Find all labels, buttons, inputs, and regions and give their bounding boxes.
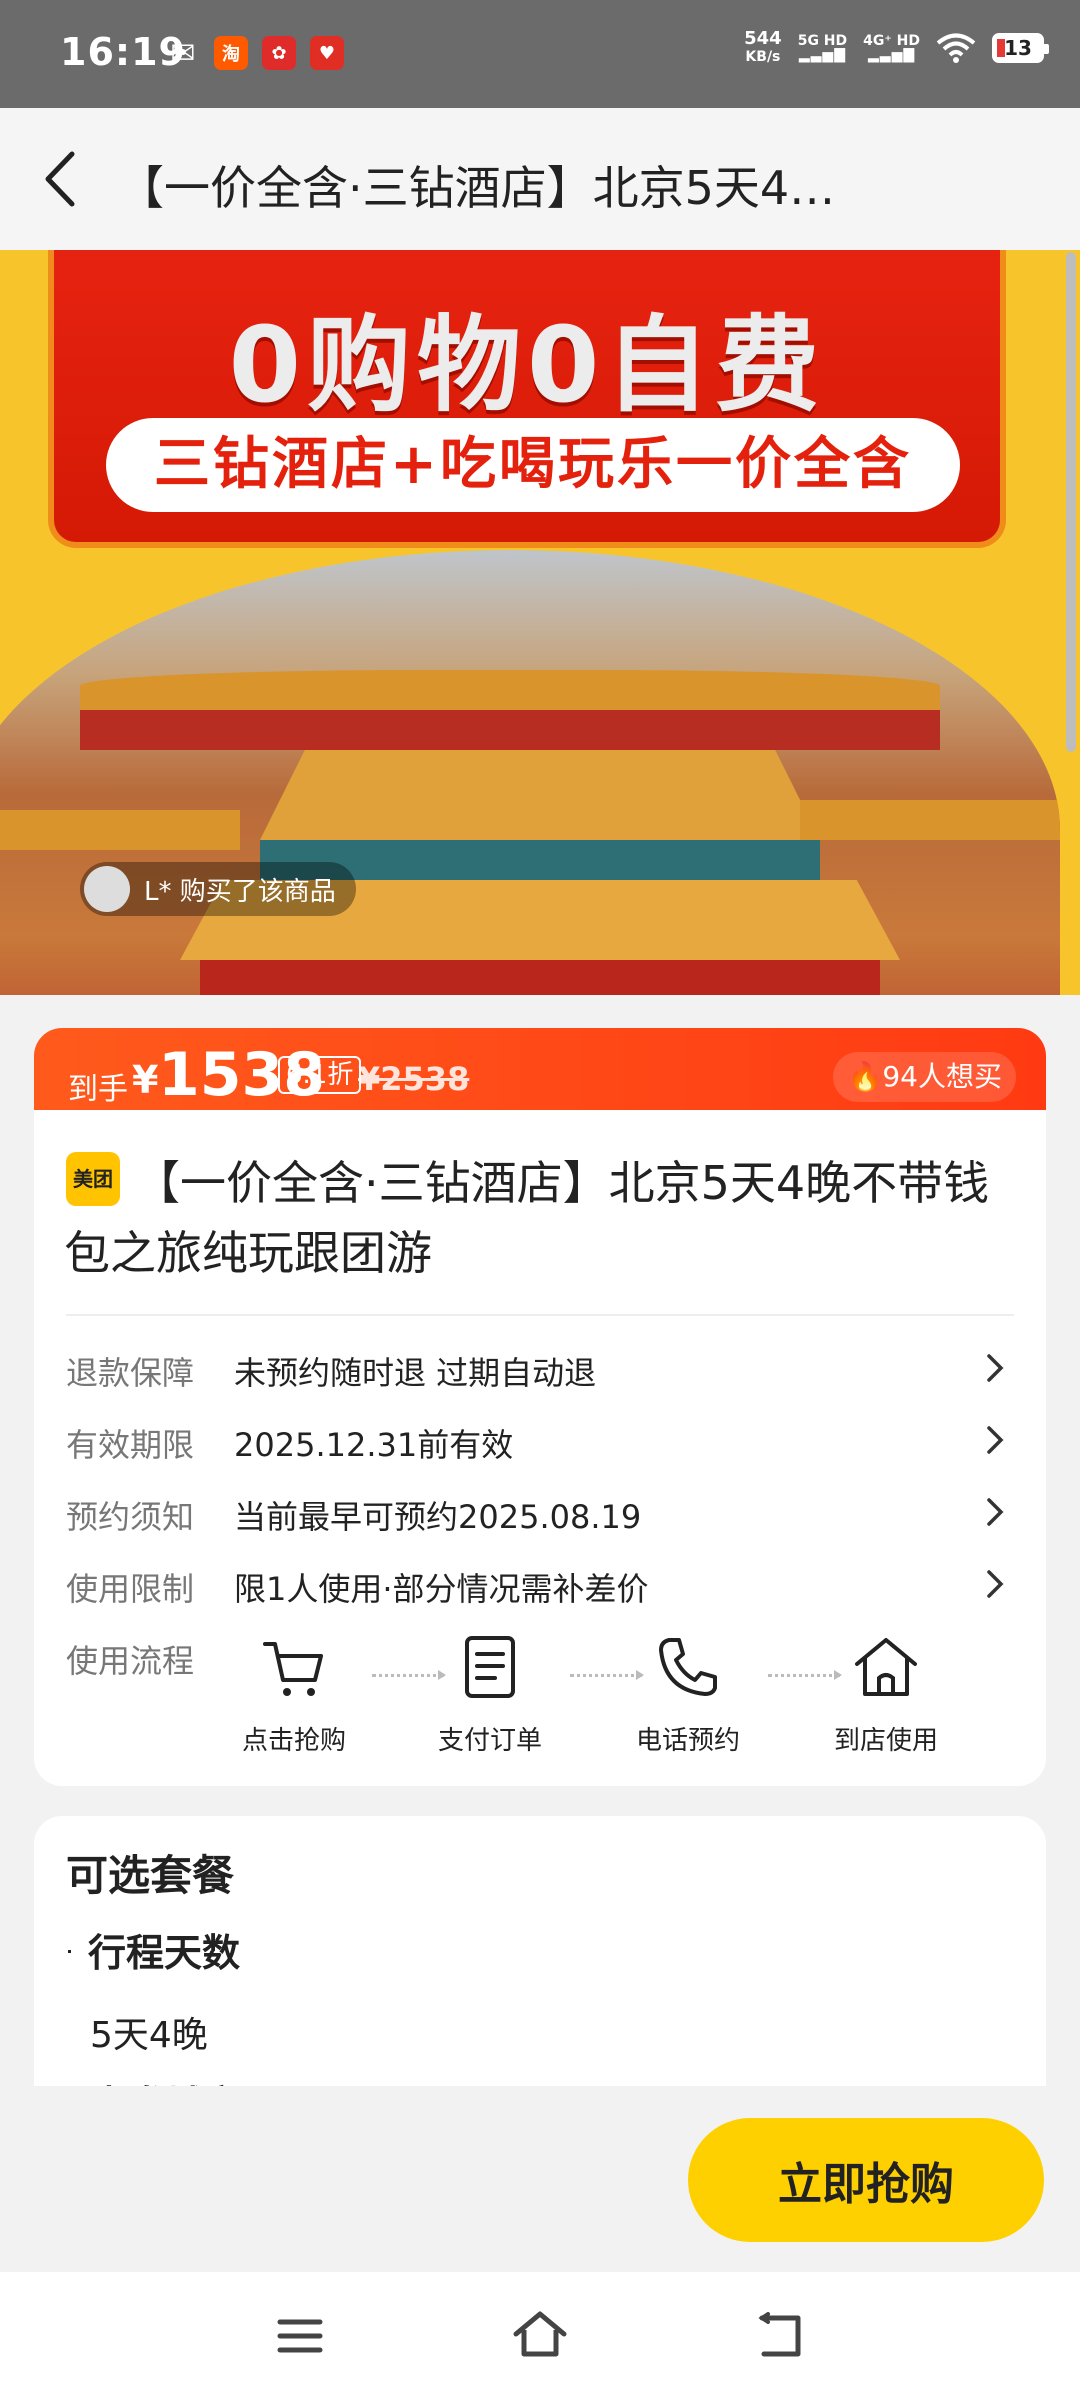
wechat-icon: ✉	[170, 35, 196, 71]
app-notification-icon: ✿	[262, 36, 296, 70]
validity-row[interactable]: 有效期限 2025.12.31前有效	[66, 1410, 1026, 1470]
original-price: ¥2538	[358, 1060, 470, 1098]
meituan-badge: 美团	[66, 1152, 120, 1206]
back-arrow-icon[interactable]	[34, 146, 94, 212]
home-icon	[855, 1638, 917, 1696]
step-call: 电话预约	[628, 1630, 748, 1757]
buy-now-button[interactable]: 立即抢购	[688, 2118, 1044, 2242]
order-document-icon	[465, 1636, 515, 1698]
discount-badge: 6.1折	[278, 1056, 362, 1094]
network-speed: 544 KB/s	[744, 28, 782, 66]
cart-icon	[263, 1642, 323, 1696]
menu-icon[interactable]	[270, 2306, 330, 2366]
promo-pill: 三钻酒店+吃喝玩乐一价全含	[106, 418, 960, 512]
home-nav-icon[interactable]	[510, 2306, 570, 2366]
scrollbar[interactable]	[1066, 252, 1076, 752]
taobao-icon: 淘	[214, 36, 248, 70]
chevron-right-icon	[987, 1498, 1004, 1526]
promo-slogan: 0购物0自费	[228, 304, 826, 426]
avatar	[84, 866, 130, 912]
currency-symbol: ¥	[132, 1058, 159, 1102]
recent-buyer-ticker: L* 购买了该商品	[80, 862, 356, 916]
product-title: 【一价全含·三钻酒店】北京5天4晚不带钱包之旅纯玩跟团游	[64, 1156, 990, 1280]
departure-city-label: 出发城市	[90, 2074, 242, 2086]
page-title: 【一价全含·三钻酒店】北京5天4…	[118, 161, 836, 215]
usage-limit-row[interactable]: 使用限制 限1人使用·部分情况需补差价	[66, 1554, 1026, 1614]
forbidden-city-photo	[0, 550, 1060, 995]
step-pay: 支付订单	[430, 1630, 550, 1757]
refund-row[interactable]: 退款保障 未预约随时退 过期自动退	[66, 1338, 1026, 1398]
signal-4g-icon: 4G⁺ HD ▂▃▅▇	[863, 33, 920, 63]
trip-days-label: 行程天数	[88, 1931, 241, 1975]
phone-icon	[659, 1638, 717, 1696]
divider	[66, 1314, 1014, 1316]
price-label: 到手	[68, 1072, 128, 1107]
back-nav-icon[interactable]	[750, 2306, 810, 2366]
product-banner[interactable]: 0购物0自费 三钻酒店+吃喝玩乐一价全含 L* 购买了该商品	[0, 250, 1080, 995]
promo-card: 0购物0自费 三钻酒店+吃喝玩乐一价全含	[48, 250, 1006, 548]
notification-icons: ✉ 淘 ✿ ♥	[166, 35, 344, 71]
nav-bar: 【一价全含·三钻酒店】北京5天4…	[0, 108, 1080, 250]
battery-icon: 13	[992, 33, 1049, 63]
chevron-right-icon	[987, 1570, 1004, 1598]
want-count: 🔥94人想买	[833, 1052, 1016, 1102]
usage-process: 点击抢购 支付订单 电话预约 到店使用	[234, 1630, 1014, 1770]
system-nav-bar	[0, 2272, 1080, 2400]
step-visit: 到店使用	[826, 1630, 946, 1757]
product-info-card: 【一价全含·三钻酒店】北京5天4晚不带钱包之旅纯玩跟团游 美团 退款保障 未预约…	[34, 1110, 1046, 1786]
chevron-right-icon	[987, 1354, 1004, 1382]
pinduoduo-icon: ♥	[310, 36, 344, 70]
buyer-text: L* 购买了该商品	[144, 876, 336, 907]
wifi-icon	[936, 33, 976, 63]
status-bar: 16:19 ✉ 淘 ✿ ♥ 544 KB/s 5G HD ▂▃▅▇ 4G⁺ HD…	[0, 0, 1080, 108]
signal-5g-icon: 5G HD ▂▃▅▇	[797, 33, 848, 63]
chevron-right-icon	[987, 1426, 1004, 1454]
package-card: 可选套餐 行程天数 5天4晚 出发城市	[34, 1816, 1046, 2086]
bottom-action-bar: 立即抢购	[0, 2086, 1080, 2272]
package-heading: 可选套餐	[66, 1851, 235, 1900]
trip-days-option[interactable]: 5天4晚	[90, 2006, 208, 2058]
fire-icon: 🔥	[847, 1060, 883, 1093]
step-buy: 点击抢购	[234, 1630, 354, 1757]
booking-notice-row[interactable]: 预约须知 当前最早可预约2025.08.19	[66, 1482, 1026, 1542]
